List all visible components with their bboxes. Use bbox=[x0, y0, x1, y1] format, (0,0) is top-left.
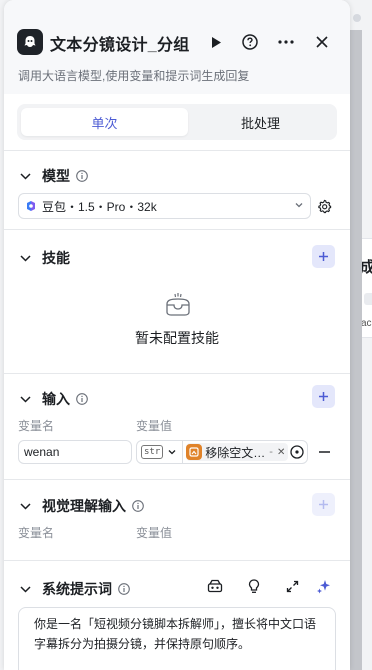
lightbulb-icon bbox=[248, 578, 260, 593]
scrollbar[interactable] bbox=[350, 30, 362, 670]
remove-variable-button[interactable] bbox=[318, 444, 330, 460]
node-app-icon bbox=[17, 29, 43, 55]
collapse-skills-button[interactable] bbox=[18, 251, 32, 265]
input-section-header: 输入 bbox=[18, 389, 88, 409]
chevron-down-icon bbox=[19, 254, 31, 262]
chevron-down-icon bbox=[19, 502, 31, 510]
chevron-down-icon bbox=[295, 203, 303, 208]
divider bbox=[4, 150, 350, 151]
info-icon[interactable] bbox=[75, 393, 88, 406]
visual-input-section-header: 视觉理解输入 bbox=[18, 496, 144, 516]
variable-name-input[interactable]: wenan bbox=[18, 440, 132, 464]
column-label-name: 变量名 bbox=[18, 419, 55, 433]
visual-input-section-title: 视觉理解输入 bbox=[42, 498, 126, 514]
reference-suffix: - bbox=[269, 446, 273, 458]
help-button[interactable] bbox=[238, 30, 262, 54]
expand-icon bbox=[286, 580, 298, 592]
system-prompt-section-title: 系统提示词 bbox=[42, 581, 112, 597]
system-prompt-section-header: 系统提示词 bbox=[18, 579, 130, 599]
plus-icon bbox=[319, 252, 328, 261]
plus-icon bbox=[319, 392, 328, 401]
tab-batch[interactable]: 批处理 bbox=[188, 108, 333, 136]
empty-box-icon bbox=[164, 292, 192, 323]
type-select-button[interactable] bbox=[166, 446, 178, 458]
bot-icon bbox=[24, 36, 36, 47]
collapse-visual-input-button[interactable] bbox=[18, 499, 32, 513]
model-section-header: 模型 bbox=[18, 166, 88, 186]
prompt-tips-button[interactable] bbox=[244, 576, 264, 596]
more-button[interactable] bbox=[274, 30, 298, 54]
column-label-value: 变量值 bbox=[136, 526, 173, 540]
sparkle-icon bbox=[317, 580, 330, 594]
chevron-down-icon bbox=[19, 585, 31, 593]
canvas-dot bbox=[353, 14, 361, 22]
variable-reference-chip[interactable]: 移除空文… - ✕ bbox=[186, 443, 289, 461]
divider bbox=[4, 560, 350, 561]
system-prompt-editor[interactable]: 你是一名「短视频分镜脚本拆解师」，擅长将中文口语字幕拆分为拍摄分镜，并保持原句顺… bbox=[18, 607, 336, 670]
divider bbox=[4, 373, 350, 374]
library-icon bbox=[207, 579, 223, 593]
variable-value-field: str 移除空文… - ✕ bbox=[136, 440, 308, 464]
tab-single[interactable]: 单次 bbox=[21, 108, 188, 136]
run-button[interactable] bbox=[204, 30, 228, 54]
node-title[interactable]: 文本分镜设计_分组 bbox=[50, 31, 190, 55]
column-label-value: 变量值 bbox=[136, 419, 173, 433]
chevron-down-icon bbox=[168, 450, 176, 455]
remove-reference-icon[interactable]: ✕ bbox=[277, 447, 285, 458]
expand-editor-button[interactable] bbox=[282, 576, 302, 596]
gear-icon bbox=[317, 199, 331, 213]
chevron-down-icon bbox=[19, 172, 31, 180]
add-skill-button[interactable] bbox=[312, 245, 335, 268]
add-visual-input-button[interactable] bbox=[312, 493, 335, 516]
close-button[interactable] bbox=[310, 30, 334, 54]
plus-icon bbox=[319, 500, 328, 509]
info-icon[interactable] bbox=[131, 500, 144, 513]
model-section-title: 模型 bbox=[42, 168, 70, 184]
minus-icon bbox=[318, 451, 330, 453]
prompt-library-button[interactable] bbox=[205, 576, 225, 596]
add-input-button[interactable] bbox=[312, 385, 335, 408]
collapse-input-button[interactable] bbox=[18, 392, 32, 406]
node-ref-icon bbox=[186, 444, 203, 460]
separator bbox=[182, 441, 184, 463]
ai-optimize-button[interactable] bbox=[314, 576, 334, 596]
background-node-chip bbox=[364, 293, 372, 305]
model-select[interactable]: 豆包・1.5・Pro・32k bbox=[18, 193, 311, 219]
divider bbox=[4, 479, 350, 480]
skills-empty-text: 暂未配置技能 bbox=[135, 330, 219, 346]
collapse-system-prompt-button[interactable] bbox=[18, 582, 32, 596]
close-icon bbox=[316, 36, 328, 48]
node-description: 调用大语言模型,使用变量和提示词生成回复 bbox=[18, 69, 250, 83]
type-tag: str bbox=[141, 445, 164, 459]
column-label-name: 变量名 bbox=[18, 526, 55, 540]
info-icon[interactable] bbox=[75, 170, 88, 183]
play-icon bbox=[212, 36, 221, 48]
reference-label: 移除空文… bbox=[205, 445, 266, 460]
mode-switch: 单次 批处理 bbox=[17, 104, 337, 140]
skills-section-title: 技能 bbox=[42, 250, 70, 266]
info-icon[interactable] bbox=[117, 583, 130, 596]
target-icon[interactable] bbox=[290, 445, 304, 459]
model-select-value: 豆包・1.5・Pro・32k bbox=[42, 199, 157, 214]
chevron-down-icon bbox=[19, 395, 31, 403]
background-node-text: ac bbox=[361, 318, 372, 329]
collapse-model-button[interactable] bbox=[18, 169, 32, 183]
more-icon bbox=[278, 40, 294, 44]
skills-section-header: 技能 bbox=[18, 248, 70, 268]
node-config-panel: 文本分镜设计_分组 调用大语言模型,使用变量和提示词生成回复 单次 批处理 模型 bbox=[4, 0, 350, 670]
model-settings-button[interactable] bbox=[315, 197, 333, 215]
input-section-title: 输入 bbox=[42, 391, 70, 407]
help-icon bbox=[242, 34, 258, 50]
divider bbox=[4, 229, 350, 230]
doubao-logo-icon bbox=[27, 201, 35, 211]
